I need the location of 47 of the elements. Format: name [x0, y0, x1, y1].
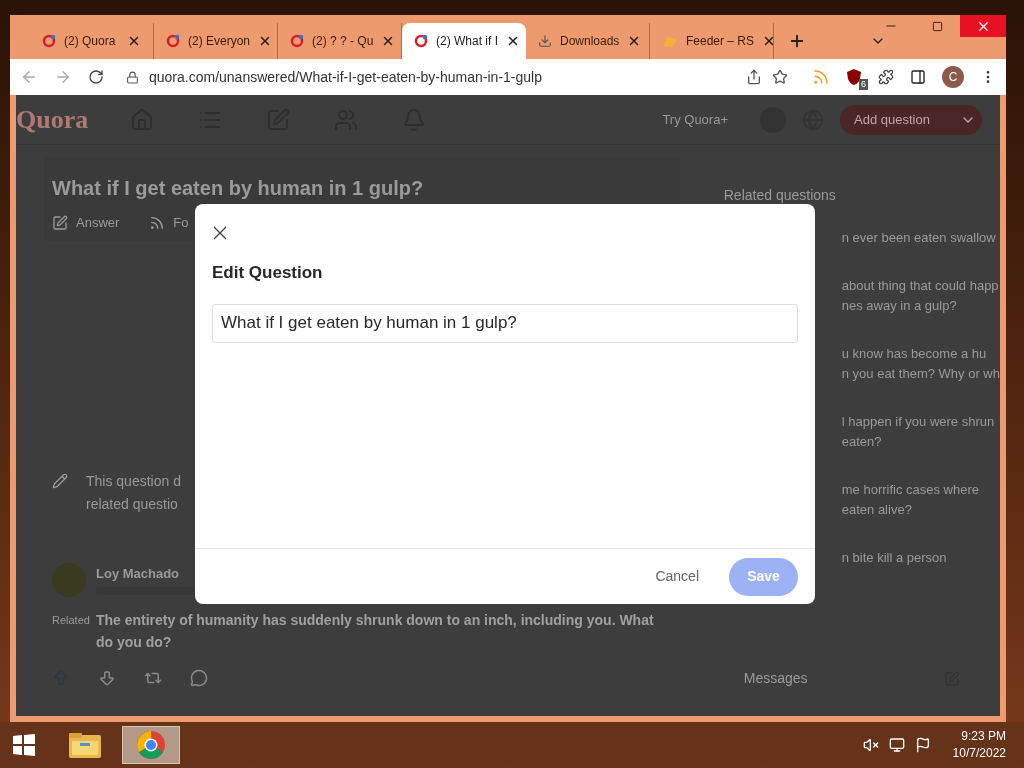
- extension-badge: 6: [859, 79, 868, 90]
- messages-label[interactable]: Messages: [743, 668, 808, 689]
- comment-icon[interactable]: [190, 668, 208, 687]
- downvote-icon[interactable]: [98, 668, 116, 687]
- related-question[interactable]: l happen if you were shrun eaten?: [841, 412, 1000, 452]
- add-question-button[interactable]: Add question: [840, 104, 982, 135]
- related-question[interactable]: n bite kill a person: [841, 548, 1000, 568]
- related-answer-text[interactable]: The entirety of humanity has suddenly shrunk down to an inch, including you. What do you do?: [95, 608, 672, 653]
- muted-speaker-icon[interactable]: [862, 737, 879, 753]
- download-icon: [538, 34, 552, 48]
- chrome-icon: [136, 730, 166, 760]
- flag-icon[interactable]: [914, 737, 931, 753]
- try-link[interactable]: Try Quora+: [662, 109, 728, 130]
- windows-icon: [12, 733, 36, 757]
- address-bar[interactable]: quora.com/unanswered/What-if-I-get-eaten-by-human-in-1-gulp: [120, 63, 796, 91]
- clock-date[interactable]: 10/7/2022: [952, 745, 1006, 762]
- shield-icon[interactable]: [846, 68, 862, 86]
- pencil-icon: [52, 472, 68, 489]
- question-field[interactable]: What if I get eaten by human in 1 gulp?: [212, 303, 798, 343]
- profile-avatar[interactable]: C: [942, 66, 964, 88]
- close-icon[interactable]: [506, 34, 520, 48]
- notice-text: related questio: [86, 494, 179, 514]
- new-tab-icon[interactable]: [788, 32, 806, 50]
- notice-text: This question d: [86, 471, 181, 491]
- related-question[interactable]: u know has become a hu n you eat them? Why or wh: [841, 344, 1000, 384]
- related-heading: Related questions: [723, 186, 837, 205]
- reload-icon[interactable]: [88, 69, 104, 85]
- close-icon[interactable]: [127, 34, 141, 48]
- related-label: Related: [52, 612, 90, 628]
- extensions-icon[interactable]: [878, 69, 894, 85]
- question-action[interactable]: Answer: [52, 213, 120, 233]
- question-title: What if I get eaten by human in 1 gulp?: [52, 176, 425, 201]
- author-avatar: [52, 562, 86, 597]
- maximize-icon: [931, 20, 943, 32]
- quora-logo[interactable]: Quora: [16, 100, 89, 139]
- browser-tab[interactable]: (2) What if I: [402, 23, 526, 59]
- dialog-title: Edit Question: [211, 262, 324, 284]
- related-question[interactable]: about thing that could happ nes away in a gulp?: [841, 276, 1000, 316]
- cancel-button[interactable]: Cancel: [645, 566, 709, 587]
- related-question[interactable]: n ever been eaten swallow: [841, 228, 1000, 248]
- side-panel-icon[interactable]: [910, 69, 926, 85]
- folder-icon: [68, 731, 102, 759]
- question-action[interactable]: Fo: [149, 213, 189, 233]
- lock-icon: [126, 70, 139, 84]
- clock-time[interactable]: 9:23 PM: [961, 728, 1006, 745]
- bookmark-icon[interactable]: [772, 69, 788, 85]
- related-question[interactable]: me horrific cases where eaten alive?: [841, 480, 1000, 520]
